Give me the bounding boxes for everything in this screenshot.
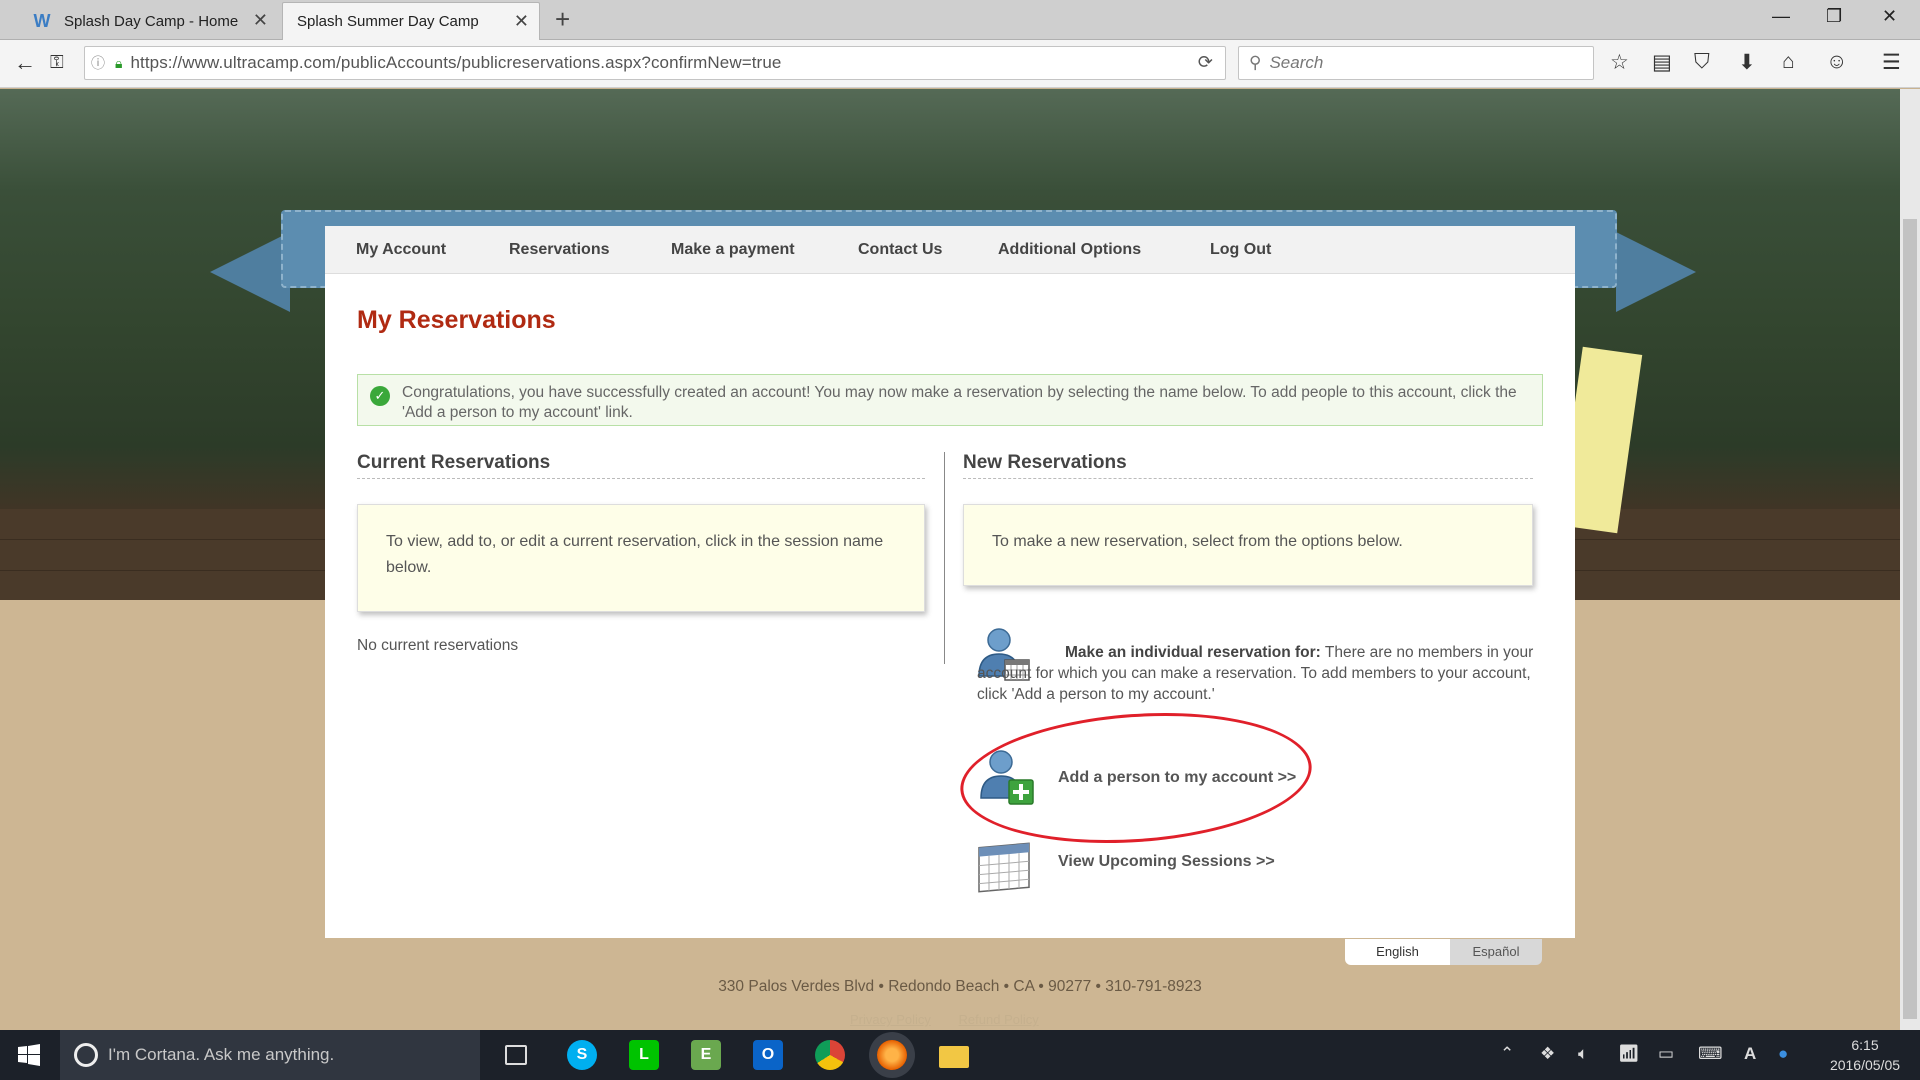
outlook-icon[interactable]: O	[753, 1040, 783, 1070]
individual-label: Make an individual reservation for:	[1065, 644, 1321, 661]
key-icon: ⚿	[50, 52, 64, 72]
browser-nav-bar: ← ⚿ ⓘ 🔒︎ https://www.ultracamp.com/publi…	[0, 40, 1920, 88]
download-icon[interactable]: ⬇	[1738, 50, 1756, 75]
scrollbar-thumb[interactable]	[1903, 219, 1917, 1019]
calendar-icon[interactable]	[975, 842, 1033, 900]
tray-chevron-icon[interactable]: ⌃	[1500, 1044, 1514, 1064]
wifi-icon[interactable]: 📶︎	[1618, 1044, 1640, 1064]
task-view-icon[interactable]	[505, 1045, 527, 1065]
footer-links: Privacy Policy Refund Policy	[850, 1012, 1063, 1027]
reload-icon[interactable]: ⟳	[1198, 52, 1213, 73]
checkmark-icon: ✓	[370, 386, 390, 406]
keyboard-icon[interactable]: ⌨	[1698, 1044, 1723, 1064]
main-content-card: My Account Reservations Make a payment C…	[325, 226, 1575, 938]
nav-reservations[interactable]: Reservations	[509, 241, 610, 259]
dropbox-icon[interactable]: ❖	[1540, 1044, 1555, 1064]
success-alert: ✓ Congratulations, you have successfully…	[357, 374, 1543, 426]
onedrive-icon[interactable]: ●	[1778, 1044, 1788, 1064]
cortana-icon	[74, 1043, 98, 1067]
privacy-policy-link[interactable]: Privacy Policy	[850, 1012, 931, 1027]
clock-date: 2016/05/05	[1829, 1057, 1901, 1073]
no-reservations-text: No current reservations	[357, 637, 519, 654]
refund-policy-link[interactable]: Refund Policy	[959, 1012, 1039, 1027]
new-reservations-heading: New Reservations	[963, 452, 1533, 479]
chrome-icon[interactable]	[815, 1040, 845, 1070]
clock-time: 6:15	[1851, 1037, 1879, 1053]
tab-label: Splash Day Camp - Home	[64, 12, 239, 30]
menu-icon[interactable]: ☰	[1882, 50, 1901, 75]
action-center-icon[interactable]: ▭	[1658, 1044, 1674, 1064]
close-window-icon[interactable]: ✕	[1882, 6, 1897, 27]
nav-contact-us[interactable]: Contact Us	[858, 241, 942, 259]
ribbon-right-tail	[1616, 232, 1696, 312]
upcoming-sessions-link[interactable]: View Upcoming Sessions >>	[1058, 853, 1275, 871]
search-input[interactable]: ⚲ Search	[1238, 46, 1594, 80]
system-clock[interactable]: 6:15 2016/05/05	[1820, 1035, 1910, 1075]
windows-start-icon[interactable]	[18, 1044, 40, 1066]
nav-additional-options[interactable]: Additional Options	[998, 241, 1141, 259]
home-icon[interactable]: ⌂	[1782, 50, 1795, 74]
page-scrollbar[interactable]	[1900, 89, 1920, 1030]
wordpress-icon: W	[33, 11, 51, 31]
lang-english[interactable]: English	[1345, 939, 1450, 965]
new-info-box: To make a new reservation, select from t…	[963, 504, 1533, 586]
footer-address: 330 Palos Verdes Blvd • Redondo Beach • …	[718, 978, 1202, 995]
bookmark-star-icon[interactable]: ☆	[1610, 50, 1629, 75]
page-title: My Reservations	[357, 306, 556, 334]
browser-tab-bar: W Splash Day Camp - Home ✕ Splash Summer…	[0, 0, 1920, 40]
volume-icon[interactable]: 🔈︎	[1578, 1044, 1588, 1064]
evernote-icon[interactable]: E	[691, 1040, 721, 1070]
site-nav-menu: My Account Reservations Make a payment C…	[325, 226, 1575, 274]
language-switcher: English Español	[1345, 939, 1542, 965]
search-icon: ⚲	[1249, 53, 1262, 72]
pocket-icon[interactable]: ⛉	[1694, 50, 1710, 74]
close-tab-icon[interactable]: ✕	[253, 10, 268, 31]
alert-text: Congratulations, you have successfully c…	[402, 384, 1517, 421]
line-app-icon[interactable]: L	[629, 1040, 659, 1070]
individual-reservation-option: Make an individual reservation for: Ther…	[977, 642, 1537, 705]
reading-list-icon[interactable]: ▤	[1652, 50, 1672, 75]
input-method-icon[interactable]: A	[1744, 1044, 1756, 1064]
column-divider	[944, 452, 945, 664]
url-text: https://www.ultracamp.com/publicAccounts…	[130, 53, 782, 72]
tab-label: Splash Summer Day Camp	[297, 13, 479, 30]
windows-taskbar: I'm Cortana. Ask me anything. S L E O ⌃ …	[0, 1030, 1920, 1080]
current-reservations-heading: Current Reservations	[357, 452, 925, 479]
url-bar[interactable]: ⓘ 🔒︎ https://www.ultracamp.com/publicAcc…	[84, 46, 1226, 80]
file-explorer-icon[interactable]	[939, 1046, 969, 1068]
back-icon[interactable]: ←	[14, 50, 36, 76]
nav-my-account[interactable]: My Account	[356, 241, 446, 259]
tab-splash-home[interactable]: W Splash Day Camp - Home ✕	[18, 2, 278, 40]
firefox-icon[interactable]	[877, 1040, 907, 1070]
cortana-search[interactable]: I'm Cortana. Ask me anything.	[60, 1030, 480, 1080]
new-tab-icon[interactable]: +	[555, 4, 570, 35]
nav-make-payment[interactable]: Make a payment	[671, 241, 795, 259]
minimize-icon[interactable]: —	[1772, 6, 1790, 27]
ribbon-left-tail	[210, 232, 290, 312]
skype-icon[interactable]: S	[567, 1040, 597, 1070]
lang-espanol[interactable]: Español	[1450, 939, 1542, 965]
info-icon[interactable]: ⓘ	[91, 53, 105, 73]
tab-splash-summer[interactable]: Splash Summer Day Camp ✕	[282, 2, 540, 40]
close-tab-icon[interactable]: ✕	[514, 11, 529, 32]
lock-icon: 🔒︎	[115, 54, 123, 71]
nav-log-out[interactable]: Log Out	[1210, 241, 1271, 259]
current-info-box: To view, add to, or edit a current reser…	[357, 504, 925, 612]
restore-icon[interactable]: ❐	[1826, 6, 1842, 27]
emoji-icon[interactable]: ☺	[1826, 50, 1847, 74]
